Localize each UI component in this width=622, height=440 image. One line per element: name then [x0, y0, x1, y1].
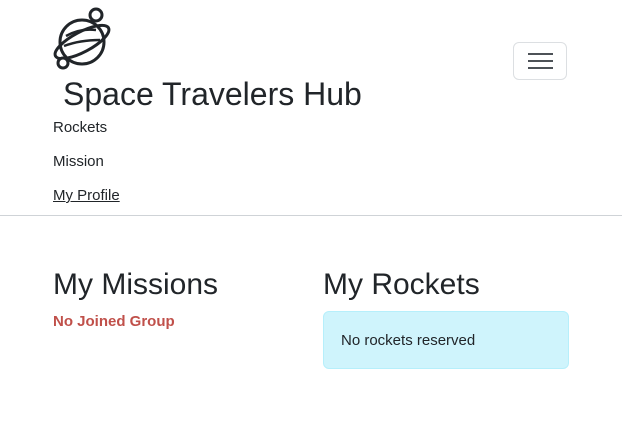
navbar-toggle-button[interactable] — [513, 42, 567, 80]
no-rockets-reserved-text: No rockets reserved — [341, 332, 476, 349]
no-joined-group-text: No Joined Group — [53, 313, 175, 330]
nav-link-my-profile[interactable]: My Profile — [53, 186, 120, 206]
my-missions-title: My Missions — [53, 268, 219, 301]
brand-title[interactable]: Space Travelers Hub — [63, 74, 362, 114]
planet-logo-icon[interactable] — [50, 6, 116, 72]
no-rockets-alert: No rockets reserved — [323, 311, 569, 369]
nav-link-rockets[interactable]: Rockets — [53, 118, 107, 138]
my-rockets-title: My Rockets — [323, 268, 480, 301]
navbar: Space Travelers Hub Rockets Mission My P… — [0, 0, 622, 216]
nav-link-mission[interactable]: Mission — [53, 152, 104, 172]
